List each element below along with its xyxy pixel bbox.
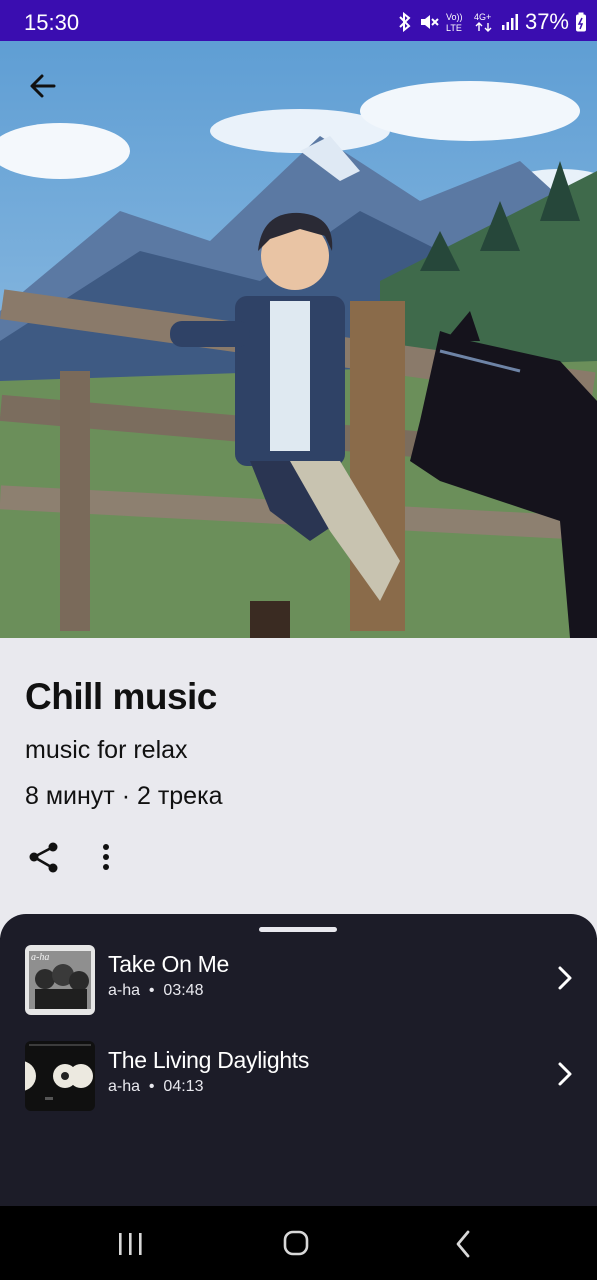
more-vertical-icon (103, 844, 109, 870)
share-button[interactable] (24, 838, 64, 878)
home-button[interactable] (274, 1226, 318, 1262)
track-row[interactable]: The Living Daylights a-ha • 04:13 (0, 1036, 597, 1116)
track-title: The Living Daylights (108, 1047, 310, 1073)
battery-icon (576, 12, 586, 32)
track-cover-the-living-daylights (25, 1041, 95, 1111)
home-icon (283, 1230, 309, 1256)
status-time: 15:30 (24, 10, 80, 35)
recent-apps-icon (119, 1233, 142, 1255)
track-duration: 04:13 (163, 1078, 204, 1095)
more-options-button[interactable] (86, 838, 126, 878)
svg-text:Vo)): Vo)) (446, 12, 463, 22)
playlist-meta: 8 минут · 2 трека (25, 782, 223, 810)
chevron-right-icon (558, 1062, 572, 1086)
playlist-description: music for relax (25, 736, 188, 764)
signal-icon (501, 14, 518, 30)
track-list-sheet: a-ha Take On Me a-ha • 03:48 The Living … (0, 914, 597, 1206)
share-icon (29, 842, 58, 873)
system-nav-bar (0, 1206, 597, 1280)
track-title: Take On Me (108, 951, 229, 977)
playlist-cover (0, 41, 597, 638)
track-subtitle: a-ha • 03:48 (108, 982, 204, 999)
bluetooth-icon (399, 12, 411, 32)
track-cover-take-on-me: a-ha (25, 945, 95, 1015)
track-row[interactable]: a-ha Take On Me a-ha • 03:48 (0, 940, 597, 1020)
cover-text: a-ha (31, 952, 49, 963)
track-duration: 03:48 (163, 982, 204, 999)
status-bar: 15:30 Vo)) LTE 4G+ 37% (0, 0, 597, 41)
recent-apps-button[interactable] (108, 1226, 152, 1262)
chevron-right-icon (558, 966, 572, 990)
cover-illustration (0, 41, 597, 638)
svg-text:4G+: 4G+ (474, 12, 491, 22)
svg-text:LTE: LTE (446, 23, 462, 33)
mute-icon (420, 15, 439, 29)
status-icons: Vo)) LTE 4G+ 37% (397, 9, 587, 35)
drag-handle[interactable] (259, 927, 337, 932)
volte-icon: Vo))LTE (446, 12, 463, 33)
track-artist: a-ha (108, 982, 141, 999)
back-icon (456, 1230, 470, 1258)
track-subtitle: a-ha • 04:13 (108, 1078, 204, 1095)
system-back-button[interactable] (442, 1226, 486, 1262)
track-artist: a-ha (108, 1078, 141, 1095)
playlist-title: Chill music (25, 676, 217, 717)
back-button[interactable] (24, 67, 64, 107)
4g-icon: 4G+ (474, 12, 492, 32)
battery-percentage: 37% (524, 9, 569, 34)
playlist-info: Chill music music for relax 8 минут · 2 … (0, 638, 597, 938)
